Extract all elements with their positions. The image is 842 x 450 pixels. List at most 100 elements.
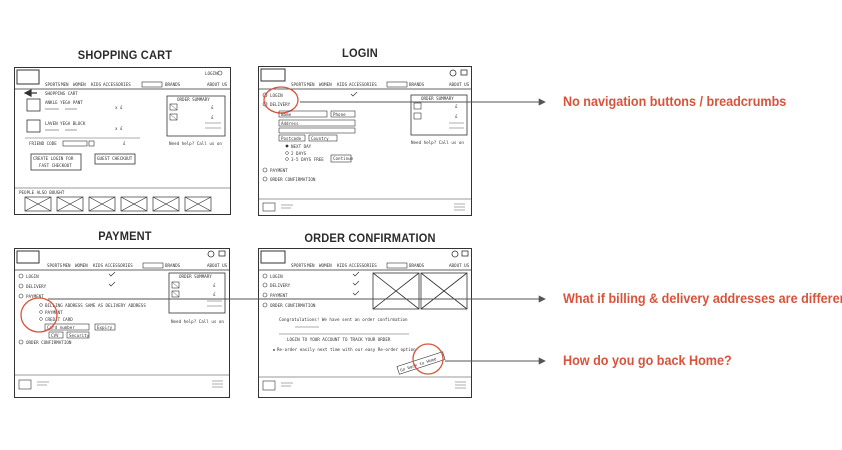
- nav-accessories[interactable]: ACCESSORIES: [349, 82, 377, 87]
- name-label: Name: [281, 112, 292, 117]
- search-input[interactable]: [386, 262, 408, 269]
- nav-accessories[interactable]: ACCESSORIES: [103, 82, 131, 87]
- nav-men[interactable]: MEN: [307, 263, 315, 268]
- address-input-2[interactable]: [278, 127, 356, 134]
- order-summary-title: ORDER SUMMARY: [421, 96, 454, 101]
- recommendations: [24, 196, 212, 212]
- nav-accessories[interactable]: ACCESSORIES: [349, 263, 377, 268]
- search-input[interactable]: [386, 81, 408, 88]
- nav-kids[interactable]: KIDS: [93, 263, 104, 268]
- step-login: LOGIN: [270, 93, 283, 98]
- nav-brands[interactable]: BRANDS: [409, 82, 425, 87]
- phone-label: Phone: [333, 112, 346, 117]
- radio-next-day[interactable]: [285, 144, 289, 148]
- nav-sports[interactable]: SPORTS: [47, 263, 63, 268]
- user-icon[interactable]: [207, 250, 215, 258]
- nav-kids[interactable]: KIDS: [337, 263, 348, 268]
- product-thumb: [26, 98, 41, 112]
- title-shopping-cart: SHOPPING CART: [77, 48, 173, 62]
- step-login: LOGIN: [26, 274, 39, 279]
- three-five-label: 3-5 DAYS FREE: [291, 157, 324, 162]
- user-icon[interactable]: [449, 69, 457, 77]
- nav-sports[interactable]: SPORTS: [291, 263, 307, 268]
- cart-icon[interactable]: [460, 69, 468, 76]
- nav-brands[interactable]: BRANDS: [165, 82, 181, 87]
- svg-text:£: £: [211, 105, 214, 110]
- cart-icon[interactable]: [461, 250, 469, 257]
- step-order-confirmation: ORDER CONFIRMATION: [26, 340, 72, 345]
- svg-text:£: £: [455, 104, 458, 109]
- confirm-sketch: SPORTS MEN WOMEN KIDS ACCESSORIES BRANDS…: [259, 250, 471, 391]
- login-track-text: LOGIN TO YOUR ACCOUNT TO TRACK YOUR ORDE…: [287, 337, 391, 342]
- expiry-label: Expiry: [97, 325, 113, 330]
- nav-men[interactable]: MEN: [307, 82, 315, 87]
- check-icon: [108, 281, 116, 287]
- cart-login-link[interactable]: LOGIN: [205, 71, 218, 76]
- nav-about[interactable]: ABOUT US: [207, 82, 228, 87]
- radio-3-5-days[interactable]: [285, 157, 289, 161]
- nav-kids[interactable]: KIDS: [337, 82, 348, 87]
- radio-2-days[interactable]: [285, 151, 289, 155]
- next-day-label: NEXT DAY: [291, 144, 312, 149]
- title-login: LOGIN: [342, 46, 378, 60]
- check-icon: [352, 290, 360, 296]
- reorder-text: Re-order easily next time with our easy …: [277, 347, 416, 352]
- step-payment: PAYMENT: [270, 293, 288, 298]
- help-text: Need help? Call us on: [171, 319, 224, 324]
- cart-item-2: LAVEN YEGA BLOCK: [45, 121, 86, 126]
- search-input[interactable]: [142, 262, 164, 269]
- order-summary-box: [166, 95, 226, 137]
- paypal-label: PAYMENT: [45, 310, 63, 315]
- nav-accessories[interactable]: ACCESSORIES: [105, 263, 133, 268]
- cvv-label: CVV: [51, 333, 59, 338]
- nav-about[interactable]: ABOUT US: [207, 263, 228, 268]
- billing-same-label: BILLING ADDRESS SAME AS DELIVERY ADDRESS: [45, 303, 146, 308]
- nav-brands[interactable]: BRANDS: [409, 263, 425, 268]
- check-icon: [352, 271, 360, 277]
- title-order-confirmation: ORDER CONFIRMATION: [304, 231, 436, 245]
- wireframe-order-confirmation: SPORTS MEN WOMEN KIDS ACCESSORIES BRANDS…: [258, 248, 472, 398]
- friend-code-label: FRIEND CODE: [29, 141, 57, 146]
- nav-women[interactable]: WOMEN: [75, 263, 88, 268]
- step-payment: PAYMENT: [270, 168, 288, 173]
- annotation-back-home: How do you go back Home?: [563, 352, 732, 368]
- user-icon[interactable]: [451, 250, 459, 258]
- svg-text:£: £: [123, 141, 126, 146]
- wireframe-shopping-cart: LOGIN SPORTS MEN WOMEN KIDS ACCESSORIES …: [14, 67, 231, 215]
- nav-women[interactable]: WOMEN: [73, 82, 86, 87]
- cart-sketch: LOGIN SPORTS MEN WOMEN KIDS ACCESSORIES …: [15, 69, 230, 212]
- friend-code-input[interactable]: [62, 140, 88, 147]
- cart-item-1: ANKLE YEGA PANT: [45, 100, 83, 105]
- cart-icon[interactable]: [218, 250, 226, 257]
- check-icon: [352, 280, 360, 286]
- nav-sports[interactable]: SPORTS: [45, 82, 61, 87]
- back-arrow-icon[interactable]: [23, 89, 37, 97]
- nav-about[interactable]: ABOUT US: [449, 263, 470, 268]
- search-input[interactable]: [141, 81, 163, 88]
- step-delivery: DELIVERY: [270, 283, 291, 288]
- user-icon[interactable]: [217, 70, 223, 76]
- help-text: Need help? Call us on: [411, 140, 464, 145]
- nav-men[interactable]: MEN: [61, 82, 69, 87]
- country-label: Country: [311, 136, 329, 141]
- nav-women[interactable]: WOMEN: [319, 82, 332, 87]
- nav-sports[interactable]: SPORTS: [291, 82, 307, 87]
- radio-credit-card[interactable]: [39, 317, 43, 321]
- congrats-text: Congratulations! We have sent an order c…: [279, 317, 408, 322]
- nav-about[interactable]: ABOUT US: [449, 82, 470, 87]
- highlight-circle: [263, 86, 299, 114]
- highlight-circle: [20, 297, 58, 333]
- nav-brands[interactable]: BRANDS: [165, 263, 181, 268]
- help-text: Need help? Call us on: [169, 141, 222, 146]
- check-icon: [108, 271, 116, 277]
- radio-paypal[interactable]: [39, 310, 43, 314]
- footer-logo: [262, 380, 276, 391]
- nav-men[interactable]: MEN: [63, 263, 71, 268]
- nav-kids[interactable]: KIDS: [91, 82, 102, 87]
- credit-card-label: CREDIT CARD: [45, 317, 73, 322]
- logo-box: [16, 69, 40, 85]
- radio-billing-same[interactable]: [39, 303, 43, 307]
- postcode-label: Postcode: [281, 136, 302, 141]
- logo-box: [260, 250, 286, 264]
- nav-women[interactable]: WOMEN: [319, 263, 332, 268]
